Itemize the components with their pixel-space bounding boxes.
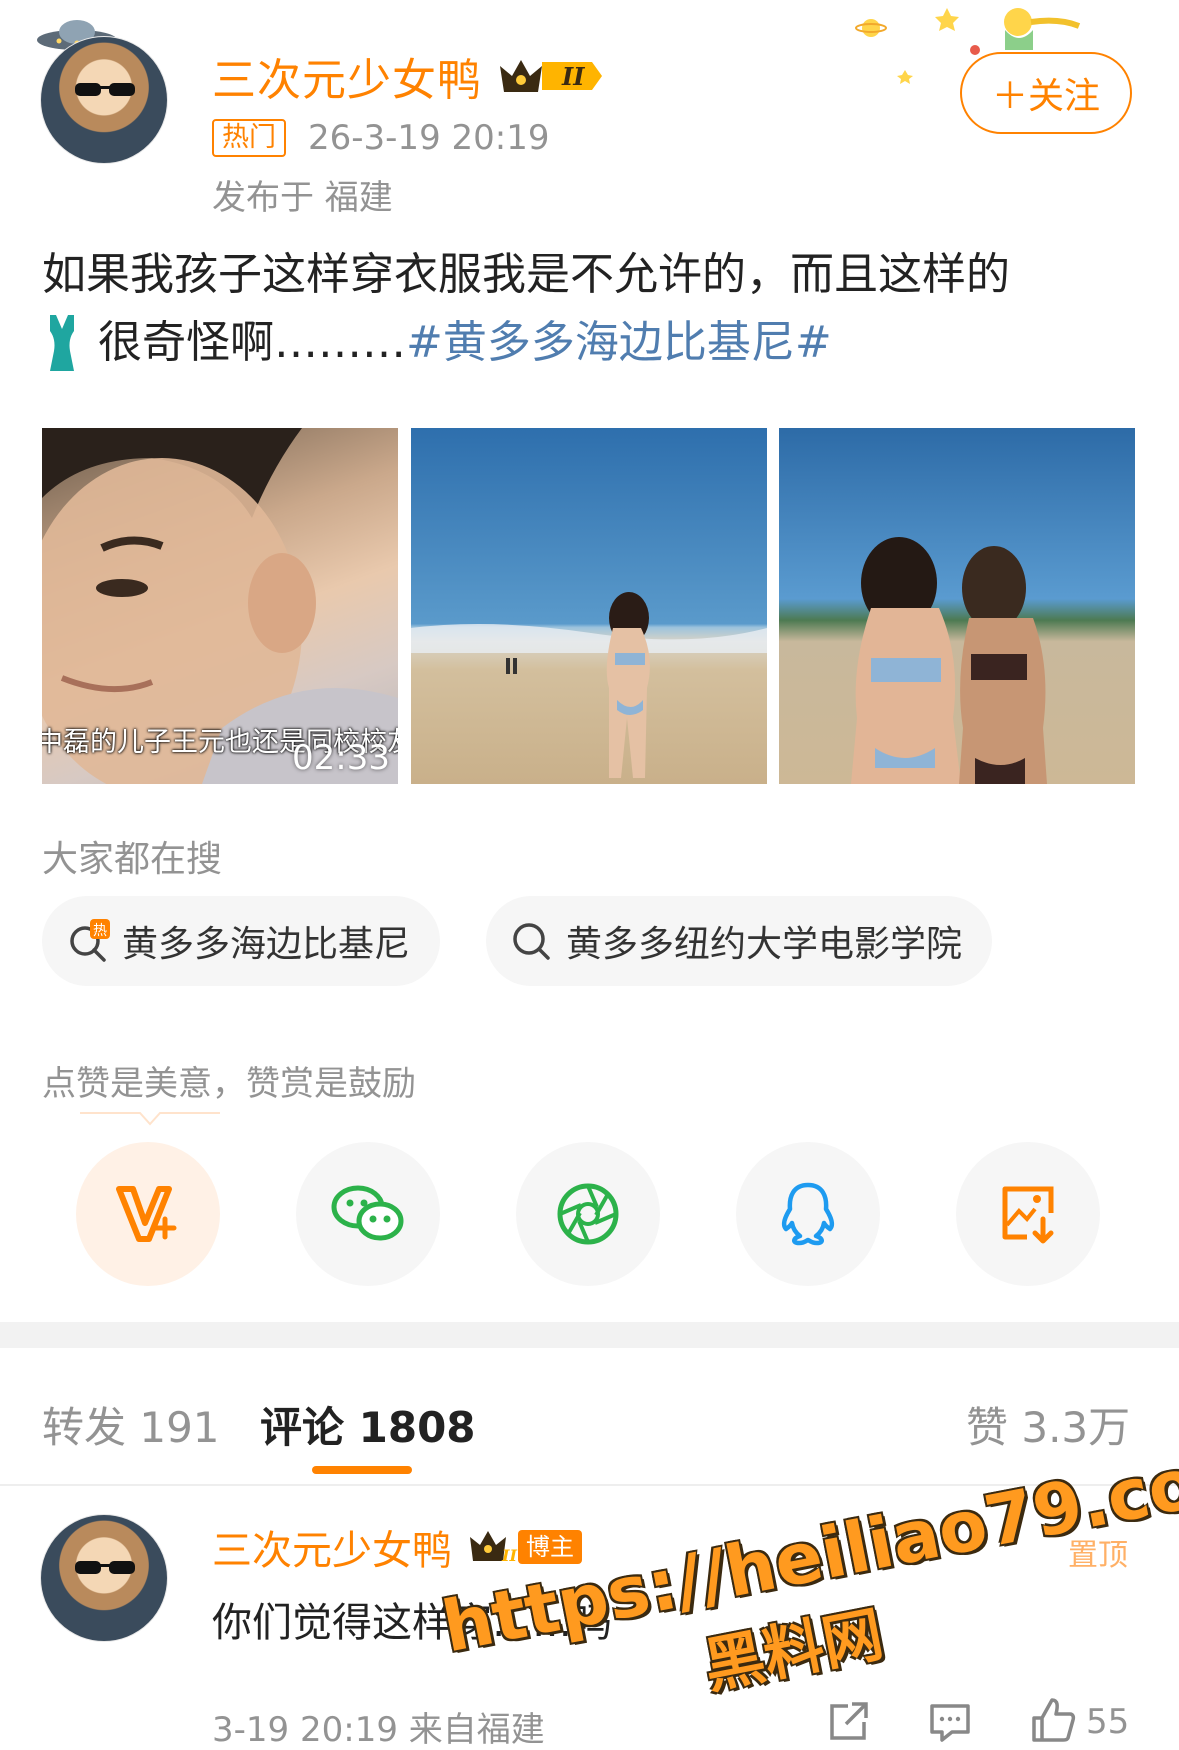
- blogger-badge: 博主: [518, 1530, 582, 1564]
- post-text-line1: 如果我孩子这样穿衣服我是不允许的，而且这样的: [42, 249, 1010, 300]
- tab-likes[interactable]: 赞 3.3万: [966, 1394, 1130, 1455]
- save-image-icon: [1002, 1186, 1054, 1244]
- share-moments-button[interactable]: [516, 1142, 660, 1286]
- post-location: 发布于 福建: [212, 178, 393, 218]
- share-wechat-button[interactable]: [296, 1142, 440, 1286]
- reward-label: 点赞是美意，赞赏是鼓励: [42, 1064, 416, 1104]
- section-divider: [0, 1322, 1179, 1348]
- repost-icon[interactable]: [826, 1700, 870, 1744]
- post-image-2[interactable]: [411, 428, 767, 784]
- qq-icon: [781, 1182, 835, 1246]
- swimsuit-emoji-icon: [50, 315, 74, 371]
- hot-search-icon: 热: [70, 919, 110, 962]
- avatar-sunglasses-icon: [75, 1561, 135, 1574]
- video-duration: 02:33: [292, 738, 390, 778]
- trending-search-label: 大家都在搜: [42, 839, 223, 880]
- avatar-sunglasses-icon: [75, 83, 135, 96]
- post-timestamp: 26-3-19 20:19: [308, 118, 550, 158]
- vplus-reward-icon: [116, 1186, 177, 1242]
- trending-search-chip-2-label: 黄多多纽约大学电影学院: [566, 924, 963, 965]
- follow-button[interactable]: ＋关注: [960, 52, 1132, 134]
- post-video-thumbnail[interactable]: 中磊的儿子王元也还是同校校友 02:33: [42, 428, 398, 784]
- two-people-beach-illustration: [851, 537, 1047, 784]
- post-body: 如果我孩子这样穿衣服我是不允许的，而且这样的 很奇怪啊……… #黄多多海边比基尼…: [42, 242, 1142, 376]
- hot-tag: 热门: [212, 119, 286, 157]
- moments-icon: [557, 1183, 619, 1245]
- trending-search-chip-2[interactable]: 黄多多纽约大学电影学院: [486, 896, 993, 986]
- like-count: 55: [1086, 1702, 1130, 1742]
- wechat-icon: [331, 1185, 404, 1241]
- vip-crown-small-icon: II: [470, 1531, 517, 1565]
- vplus-reward-button[interactable]: [76, 1142, 220, 1286]
- author-name[interactable]: 三次元少女鸭: [212, 44, 482, 108]
- comment-author-name[interactable]: 三次元少女鸭: [212, 1518, 452, 1576]
- svg-text:热: 热: [93, 923, 107, 939]
- post-text-line2: 很奇怪啊………: [98, 317, 406, 368]
- post-image-3[interactable]: [779, 428, 1135, 784]
- author-avatar[interactable]: [40, 36, 168, 164]
- beach-figure-illustration: [411, 592, 767, 778]
- comment-time-location: 3-19 20:19 来自福建: [212, 1710, 545, 1750]
- svg-text:II: II: [501, 1546, 517, 1565]
- post-header: 三次元少女鸭 II 热门 26-3-19 20:19 发布于 福建 ＋关注: [0, 0, 1179, 218]
- vip-crown-icon: II: [494, 56, 606, 96]
- tab-active-indicator: [312, 1466, 412, 1474]
- tab-repost[interactable]: 转发 191: [42, 1394, 220, 1455]
- post-hashtag-link[interactable]: #黄多多海边比基尼#: [406, 310, 832, 376]
- trending-search-chip-1-label: 黄多多海边比基尼: [122, 924, 411, 965]
- like-icon[interactable]: [1028, 1696, 1076, 1744]
- comment-author-avatar[interactable]: [40, 1514, 168, 1642]
- comment-icon[interactable]: [928, 1702, 972, 1744]
- save-image-button[interactable]: [956, 1142, 1100, 1286]
- tab-comments[interactable]: 评论 1808: [260, 1394, 476, 1455]
- search-icon: [513, 923, 550, 960]
- svg-text:II: II: [561, 62, 585, 91]
- reward-pointer-icon: [80, 1112, 220, 1126]
- trending-search-chip-1[interactable]: 热 黄多多海边比基尼: [42, 896, 441, 986]
- share-qq-button[interactable]: [736, 1142, 880, 1286]
